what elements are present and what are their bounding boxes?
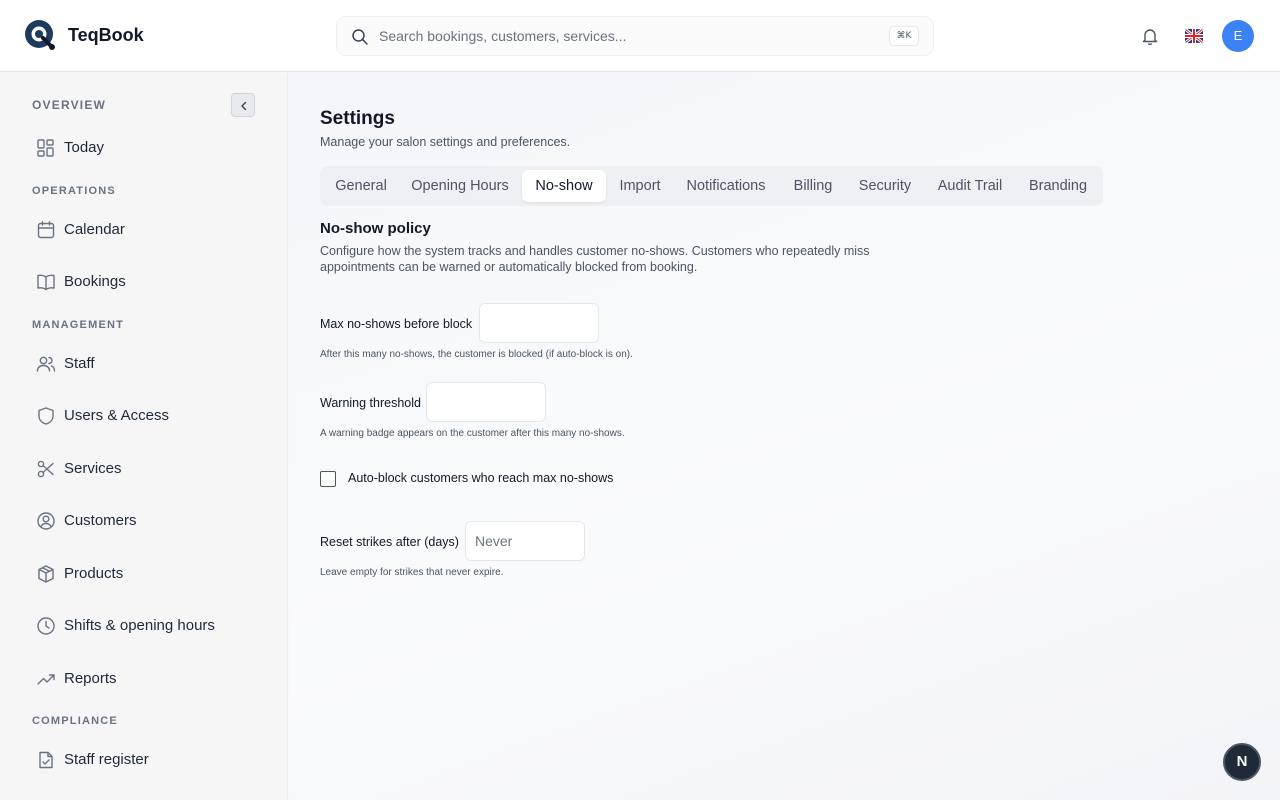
shield-icon [38, 407, 54, 425]
sidebar-item-label: Today [64, 139, 105, 156]
section-label-compliance: COMPLIANCE [32, 715, 118, 727]
sidebar-item-reports[interactable]: Reports [24, 659, 274, 699]
section-label-management: MANAGEMENT [32, 319, 125, 331]
auto-block-checkbox[interactable] [320, 471, 336, 487]
sidebar-item-services[interactable]: Services [24, 449, 274, 489]
section-description: Configure how the system tracks and hand… [320, 244, 870, 274]
sidebar: OVERVIEW Today OPERATIONS Calendar Booki… [0, 73, 288, 800]
trending-up-icon [37, 674, 55, 685]
tab-branding[interactable]: Branding [1018, 170, 1098, 202]
dev-tools-badge[interactable]: N [1223, 743, 1261, 781]
reset-strikes-input[interactable] [465, 521, 585, 561]
max-noshows-help: After this many no-shows, the customer i… [320, 349, 633, 360]
max-noshows-input[interactable] [479, 303, 599, 343]
sidebar-item-label: Shifts & opening hours [64, 617, 215, 634]
notifications-bell-icon[interactable] [1140, 26, 1160, 46]
warning-threshold-input[interactable] [426, 382, 546, 422]
warning-threshold-help: A warning badge appears on the customer … [320, 428, 625, 439]
search-icon [352, 29, 368, 45]
sidebar-item-products[interactable]: Products [24, 554, 274, 594]
dashboard-grid-icon [37, 139, 54, 157]
warning-threshold-label: Warning threshold [320, 396, 421, 410]
sidebar-item-staff[interactable]: Staff [24, 344, 274, 384]
package-box-icon [38, 565, 54, 583]
user-avatar[interactable]: E [1222, 20, 1254, 52]
users-icon [36, 356, 56, 372]
page-title: Settings [320, 108, 395, 129]
brand-name[interactable]: TeqBook [68, 25, 144, 46]
sidebar-item-label: Staff register [64, 751, 149, 768]
sidebar-item-label: Customers [64, 512, 137, 529]
section-label-overview: OVERVIEW [32, 98, 107, 112]
sidebar-item-label: Users & Access [64, 407, 170, 424]
teqbook-logo-icon[interactable] [24, 19, 58, 53]
calendar-icon [37, 221, 55, 239]
tab-security[interactable]: Security [848, 170, 922, 202]
sidebar-item-label: Calendar [64, 221, 125, 238]
clock-icon [37, 617, 55, 635]
sidebar-item-label: Bookings [64, 273, 126, 290]
sidebar-item-label: Products [64, 565, 124, 582]
file-check-icon [39, 751, 53, 769]
user-circle-icon [37, 512, 55, 530]
reset-strikes-label: Reset strikes after (days) [320, 535, 459, 549]
tab-general[interactable]: General [324, 170, 398, 202]
search-shortcut-badge: ⌘K [889, 26, 919, 46]
chevron-left-icon [241, 101, 247, 111]
tab-audit-trail[interactable]: Audit Trail [924, 170, 1016, 202]
settings-tabs: General Opening Hours No-show Import Not… [320, 166, 1103, 206]
sidebar-item-bookings[interactable]: Bookings [24, 262, 274, 302]
sidebar-item-today[interactable]: Today [24, 128, 274, 168]
auto-block-label[interactable]: Auto-block customers who reach max no-sh… [348, 471, 613, 485]
tab-import[interactable]: Import [608, 170, 672, 202]
sidebar-item-users-access[interactable]: Users & Access [24, 396, 274, 436]
sidebar-collapse-button[interactable] [231, 93, 255, 117]
sidebar-item-customers[interactable]: Customers [24, 501, 274, 541]
main-content: Settings Manage your salon settings and … [289, 73, 1280, 800]
sidebar-item-label: Staff [64, 355, 95, 372]
tab-notifications[interactable]: Notifications [674, 170, 778, 202]
sidebar-item-staff-register[interactable]: Staff register [24, 740, 274, 780]
scissors-icon [37, 460, 54, 478]
page-subtitle: Manage your salon settings and preferenc… [320, 135, 571, 149]
language-flag-icon[interactable] [1185, 29, 1203, 43]
section-label-operations: OPERATIONS [32, 185, 116, 197]
sidebar-item-calendar[interactable]: Calendar [24, 210, 274, 250]
sidebar-item-shifts[interactable]: Shifts & opening hours [24, 606, 274, 646]
top-header: TeqBook ⌘K E [0, 0, 1280, 72]
tab-billing[interactable]: Billing [780, 170, 846, 202]
tab-opening-hours[interactable]: Opening Hours [400, 170, 520, 202]
max-noshows-label: Max no-shows before block [320, 317, 473, 331]
sidebar-item-label: Services [64, 460, 122, 477]
section-title: No-show policy [320, 220, 431, 237]
reset-strikes-help: Leave empty for strikes that never expir… [320, 567, 504, 578]
global-search[interactable]: ⌘K [336, 16, 934, 56]
tab-no-show[interactable]: No-show [522, 170, 606, 202]
sidebar-item-label: Reports [64, 670, 117, 687]
search-input[interactable] [379, 17, 879, 55]
open-book-icon [37, 274, 55, 291]
